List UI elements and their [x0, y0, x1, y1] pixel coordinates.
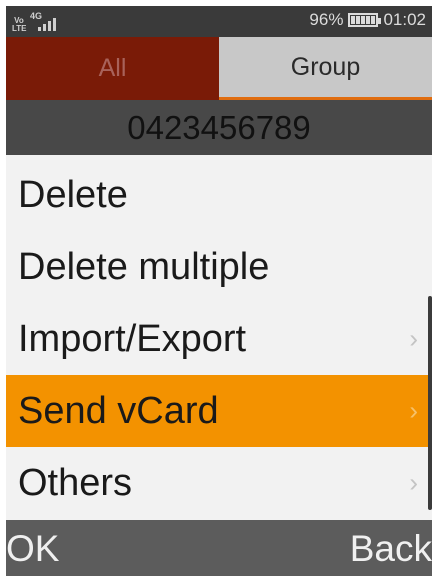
back-softkey[interactable]: Back: [350, 528, 432, 570]
softkey-bar: OK Back: [6, 520, 432, 576]
signal-icon: 4G: [30, 11, 66, 33]
menu-item-label: Send vCard: [18, 389, 219, 432]
menu-item-label: Delete multiple: [18, 245, 270, 288]
tab-all[interactable]: All: [6, 37, 219, 100]
scrollbar[interactable]: [428, 296, 432, 510]
menu-item-delete[interactable]: Delete: [6, 159, 432, 231]
menu-item-import-export[interactable]: Import/Export ›: [6, 303, 432, 375]
menu-item-label: Import/Export: [18, 317, 247, 360]
menu-item-send-vcard[interactable]: Send vCard ›: [6, 375, 432, 447]
status-bar: Vo LTE 4G 96% 01:02: [6, 6, 432, 37]
menu-item-label: Delete: [18, 173, 128, 216]
signal-bars: [38, 18, 56, 31]
status-right: 96% 01:02: [309, 10, 426, 30]
volte-icon: Vo LTE: [12, 16, 27, 33]
tab-group[interactable]: Group: [219, 37, 432, 100]
contact-number: 0423456789: [6, 100, 432, 155]
chevron-right-icon: ›: [409, 323, 418, 354]
menu-item-others[interactable]: Others ›: [6, 447, 432, 519]
battery-percent: 96%: [309, 10, 344, 29]
options-menu: Delete Delete multiple Import/Export › S…: [6, 159, 432, 519]
clock: 01:02: [383, 10, 426, 29]
chevron-right-icon: ›: [409, 467, 418, 498]
ok-softkey[interactable]: OK: [6, 528, 59, 570]
tab-bar: All Group: [6, 37, 432, 100]
menu-item-label: Others: [18, 461, 133, 504]
chevron-right-icon: ›: [409, 395, 418, 426]
battery-icon: [348, 13, 382, 27]
menu-item-delete-multiple[interactable]: Delete multiple: [6, 231, 432, 303]
phone-screen: Vo LTE 4G 96% 01:02 All Group 0423456789…: [6, 6, 432, 576]
status-left: Vo LTE 4G: [12, 11, 66, 33]
